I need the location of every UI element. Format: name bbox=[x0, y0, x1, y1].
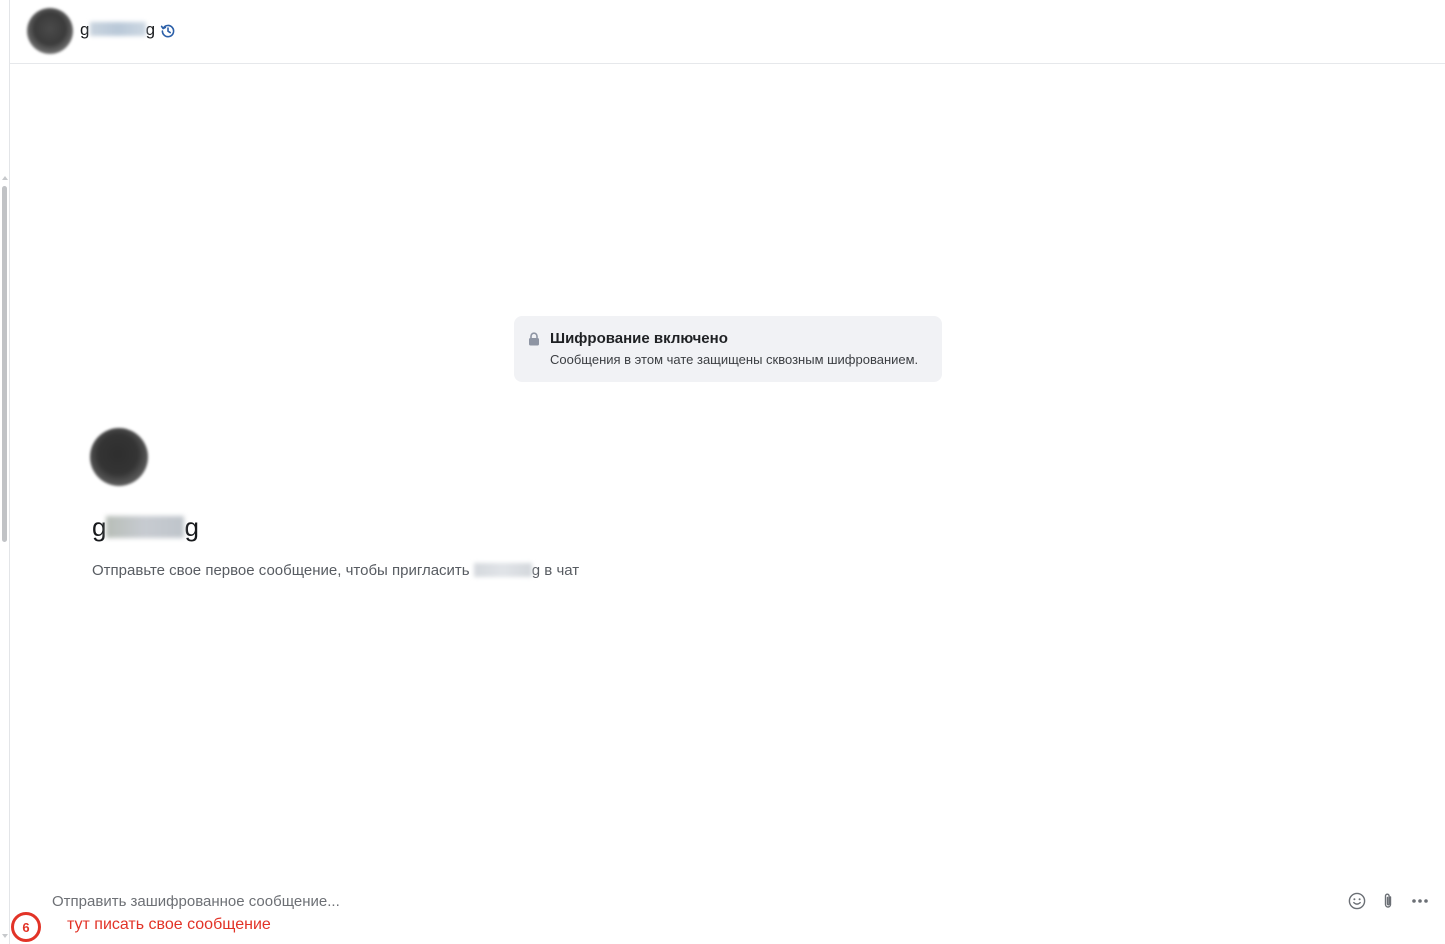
invite-hint-after: g в чат bbox=[531, 562, 580, 579]
more-dots-icon bbox=[1412, 899, 1428, 903]
encryption-title: Шифрование включено bbox=[550, 330, 728, 347]
emoji-button[interactable] bbox=[1346, 890, 1368, 912]
scroll-up-arrow-icon[interactable] bbox=[2, 176, 8, 180]
paperclip-icon bbox=[1384, 893, 1392, 908]
intro-contact-name: gg bbox=[92, 512, 199, 543]
more-options-button[interactable] bbox=[1409, 890, 1431, 912]
annotation-text: тут писать свое сообщение bbox=[67, 916, 271, 933]
contact-name[interactable]: gg bbox=[80, 20, 155, 40]
intro-avatar[interactable] bbox=[90, 428, 148, 486]
encryption-subtitle: Сообщения в этом чате защищены сквозным … bbox=[550, 352, 919, 367]
annotation-number-badge: 6 bbox=[11, 912, 41, 942]
left-scrollbar[interactable] bbox=[0, 0, 10, 944]
intro-name-end: g bbox=[184, 512, 199, 542]
scroll-down-arrow-icon[interactable] bbox=[2, 934, 8, 938]
avatar[interactable] bbox=[27, 8, 73, 54]
contact-name-start: g bbox=[80, 20, 90, 39]
smiley-icon bbox=[1348, 892, 1366, 910]
message-composer bbox=[10, 884, 1445, 918]
encryption-notice: Шифрование включено Сообщения в этом чат… bbox=[514, 316, 942, 382]
invite-hint-before: Отправьте свое первое сообщение, чтобы п… bbox=[92, 562, 474, 579]
scrollbar-thumb[interactable] bbox=[2, 186, 7, 542]
redacted-name-part bbox=[106, 516, 185, 538]
redacted-name-part bbox=[89, 22, 146, 36]
history-icon[interactable] bbox=[160, 23, 176, 39]
contact-name-end: g bbox=[145, 20, 156, 39]
intro-name-start: g bbox=[92, 512, 107, 542]
message-input[interactable] bbox=[52, 888, 1252, 914]
redacted-name-part bbox=[473, 563, 532, 577]
attach-button[interactable] bbox=[1377, 890, 1399, 912]
lock-icon bbox=[529, 332, 539, 346]
chat-header: gg bbox=[10, 0, 1445, 64]
invite-hint: Отправьте свое первое сообщение, чтобы п… bbox=[92, 562, 579, 579]
